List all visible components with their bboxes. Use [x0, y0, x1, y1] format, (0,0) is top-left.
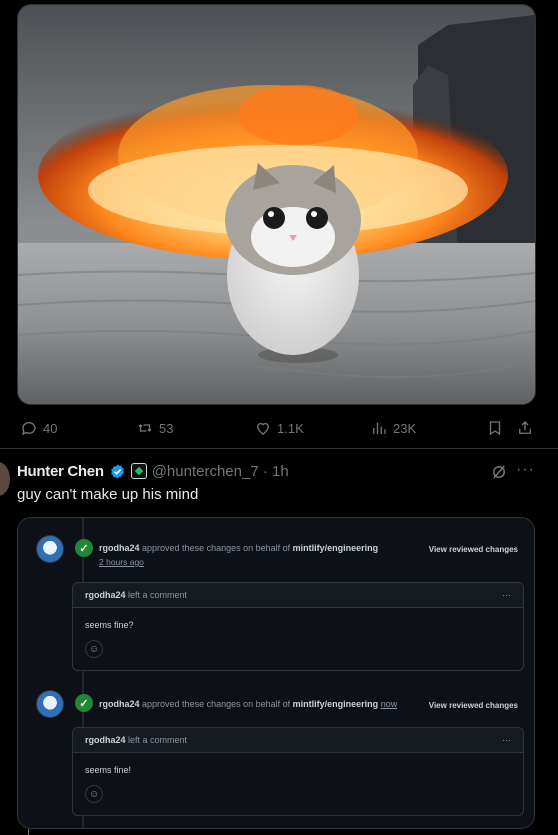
review-time-link: 2 hours ago — [99, 557, 144, 567]
repost-count: 53 — [159, 420, 174, 436]
heart-icon — [257, 422, 269, 435]
views-count: 23K — [393, 420, 417, 436]
author-handle-time[interactable]: @hunterchen_7 · 1h — [152, 463, 289, 480]
comment-text: seems fine? — [85, 620, 134, 630]
avatar[interactable] — [0, 462, 10, 496]
repost-icon — [138, 424, 152, 432]
affiliate-badge-icon[interactable] — [130, 463, 147, 479]
share-icon — [519, 421, 531, 434]
reviewer-name: rgodha24 — [99, 699, 140, 709]
tweet-media-image[interactable] — [17, 4, 536, 405]
view-reviewed-changes-link: View reviewed changes — [428, 545, 518, 554]
reviewer-avatar — [36, 690, 64, 718]
reply-button[interactable]: 40 — [20, 418, 57, 438]
reviewer-avatar — [36, 535, 64, 563]
explosion-cat-image — [18, 5, 535, 404]
reviewer-name: rgodha24 — [99, 543, 140, 553]
tweet-divider — [0, 448, 558, 449]
tweet-text: guy can't make up his mind — [17, 486, 199, 503]
more-options-icon[interactable]: ··· — [516, 461, 535, 479]
like-count: 1.1K — [277, 420, 304, 436]
author-name[interactable]: Hunter Chen — [17, 463, 104, 480]
add-reaction-icon: ☺ — [85, 785, 103, 803]
comment-header: rgodha24 left a comment ··· — [73, 583, 523, 608]
github-review-screenshot[interactable]: ✓ rgodha24 approved these changes on beh… — [17, 517, 535, 829]
approved-check-icon: ✓ — [75, 694, 93, 712]
comment-header: rgodha24 left a comment ··· — [73, 728, 523, 753]
comment-author: rgodha24 — [85, 735, 126, 745]
tweet-author-row: Hunter Chen @hunterchen_7 · 1h — [17, 461, 289, 481]
views-icon — [373, 422, 386, 434]
review-action: approved these changes on behalf of — [142, 543, 291, 553]
review-comment-card: rgodha24 left a comment ··· seems fine? … — [72, 582, 524, 671]
comment-more-icon: ··· — [502, 590, 511, 600]
comment-more-icon: ··· — [502, 735, 511, 745]
comment-body: seems fine! ☺ — [73, 753, 523, 813]
grok-icon[interactable] — [490, 463, 508, 481]
review-summary: rgodha24 approved these changes on behal… — [99, 543, 378, 553]
reply-icon — [21, 422, 36, 436]
approved-check-icon: ✓ — [75, 539, 93, 557]
verified-badge-icon — [110, 463, 124, 479]
review-comment-card: rgodha24 left a comment ··· seems fine! … — [72, 727, 524, 816]
comment-text: seems fine! — [85, 765, 132, 775]
review-time-link: now — [380, 699, 398, 709]
view-reviewed-changes-link: View reviewed changes — [428, 701, 518, 710]
comment-author: rgodha24 — [85, 590, 126, 600]
comment-action: left a comment — [128, 590, 188, 600]
thread-line — [28, 829, 29, 835]
repost-button[interactable]: 53 — [136, 418, 173, 438]
comment-body: seems fine? ☺ — [73, 608, 523, 668]
review-action: approved these changes on behalf of — [142, 699, 291, 709]
comment-action: left a comment — [128, 735, 188, 745]
add-reaction-icon: ☺ — [85, 640, 103, 658]
bookmark-icon — [489, 421, 501, 436]
like-button[interactable]: 1.1K — [254, 418, 304, 438]
bookmark-button[interactable] — [486, 418, 504, 438]
reply-count: 40 — [43, 420, 58, 436]
share-button[interactable] — [516, 418, 534, 438]
review-team: mintlify/engineering — [292, 543, 379, 553]
review-team: mintlify/engineering — [292, 699, 379, 709]
views-button[interactable]: 23K — [370, 418, 416, 438]
review-summary: rgodha24 approved these changes on behal… — [99, 699, 397, 709]
